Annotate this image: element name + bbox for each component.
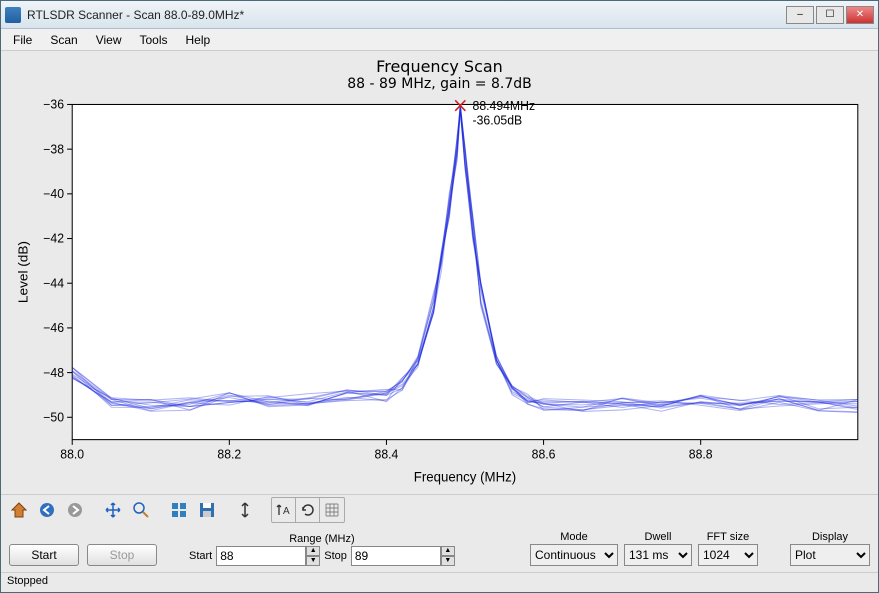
plot-subtitle: 88 - 89 MHz, gain = 8.7dB <box>11 76 868 92</box>
zoom-icon[interactable] <box>129 498 153 522</box>
autoscale-icon[interactable]: A <box>272 498 296 522</box>
svg-text:88.2: 88.2 <box>217 447 241 461</box>
svg-text:88.494MHz: 88.494MHz <box>473 99 536 113</box>
status-text: Stopped <box>7 575 48 587</box>
fft-label: FFT size <box>707 531 750 543</box>
menu-tools[interactable]: Tools <box>132 31 176 49</box>
menubar: File Scan View Tools Help <box>1 29 878 51</box>
forward-icon[interactable] <box>63 498 87 522</box>
toolbar: A <box>1 494 878 524</box>
svg-text:−42: −42 <box>43 232 64 246</box>
save-icon[interactable] <box>195 498 219 522</box>
titlebar: RTLSDR Scanner - Scan 88.0-89.0MHz* – ☐ … <box>1 1 878 29</box>
stop-button[interactable]: Stop <box>87 544 157 566</box>
start-up[interactable]: ▲ <box>306 546 320 556</box>
start-input[interactable] <box>216 546 306 566</box>
maximize-button[interactable]: ☐ <box>816 6 844 24</box>
grid-icon[interactable] <box>320 498 344 522</box>
mode-label: Mode <box>560 531 588 543</box>
stop-down[interactable]: ▼ <box>441 556 455 566</box>
statusbar: Stopped <box>1 572 878 592</box>
svg-text:−46: −46 <box>43 321 64 335</box>
stop-input[interactable] <box>351 546 441 566</box>
stop-label: Stop <box>324 550 347 562</box>
stop-up[interactable]: ▲ <box>441 546 455 556</box>
svg-text:Level (dB): Level (dB) <box>15 241 30 303</box>
svg-text:88.0: 88.0 <box>60 447 84 461</box>
menu-help[interactable]: Help <box>178 31 219 49</box>
main-window: RTLSDR Scanner - Scan 88.0-89.0MHz* – ☐ … <box>0 0 879 593</box>
svg-text:−36: −36 <box>43 98 64 112</box>
minimize-button[interactable]: – <box>786 6 814 24</box>
svg-text:−40: −40 <box>43 187 64 201</box>
controls-bar: Start Stop Range (MHz) Start ▲▼ Stop ▲▼ <box>1 524 878 572</box>
chart[interactable]: 88.0 88.2 88.4 88.6 88.8 −36 −38 −40 −42 −44 −46 −4… <box>11 94 868 492</box>
extras-group: A <box>271 497 345 523</box>
dwell-select[interactable]: 131 ms <box>624 544 692 566</box>
dwell-label: Dwell <box>645 531 672 543</box>
svg-text:88.6: 88.6 <box>532 447 556 461</box>
home-icon[interactable] <box>7 498 31 522</box>
pan-icon[interactable] <box>101 498 125 522</box>
svg-text:−44: −44 <box>43 276 64 290</box>
menu-file[interactable]: File <box>5 31 40 49</box>
svg-text:88.8: 88.8 <box>689 447 713 461</box>
menu-view[interactable]: View <box>88 31 130 49</box>
start-button[interactable]: Start <box>9 544 79 566</box>
svg-text:88.4: 88.4 <box>375 447 399 461</box>
start-down[interactable]: ▼ <box>306 556 320 566</box>
svg-text:−48: −48 <box>43 366 64 380</box>
mode-select[interactable]: Continuous <box>530 544 618 566</box>
svg-text:−38: −38 <box>43 142 64 156</box>
plot-title: Frequency Scan <box>11 57 868 76</box>
window-title: RTLSDR Scanner - Scan 88.0-89.0MHz* <box>27 8 786 22</box>
start-label: Start <box>189 550 212 562</box>
subplots-icon[interactable] <box>167 498 191 522</box>
autorange-vert-icon[interactable] <box>233 498 257 522</box>
menu-scan[interactable]: Scan <box>42 31 85 49</box>
display-label: Display <box>812 531 848 543</box>
refresh-icon[interactable] <box>296 498 320 522</box>
svg-text:A: A <box>283 506 290 517</box>
range-label: Range (MHz) <box>289 533 354 545</box>
svg-text:−50: −50 <box>43 410 64 424</box>
fft-select[interactable]: 1024 <box>698 544 758 566</box>
svg-text:Frequency (MHz): Frequency (MHz) <box>414 469 516 484</box>
close-button[interactable]: ✕ <box>846 6 874 24</box>
svg-text:-36.05dB: -36.05dB <box>473 113 523 127</box>
back-icon[interactable] <box>35 498 59 522</box>
app-icon <box>5 7 21 23</box>
plot-area: Frequency Scan 88 - 89 MHz, gain = 8.7dB… <box>1 51 878 494</box>
display-select[interactable]: Plot <box>790 544 870 566</box>
